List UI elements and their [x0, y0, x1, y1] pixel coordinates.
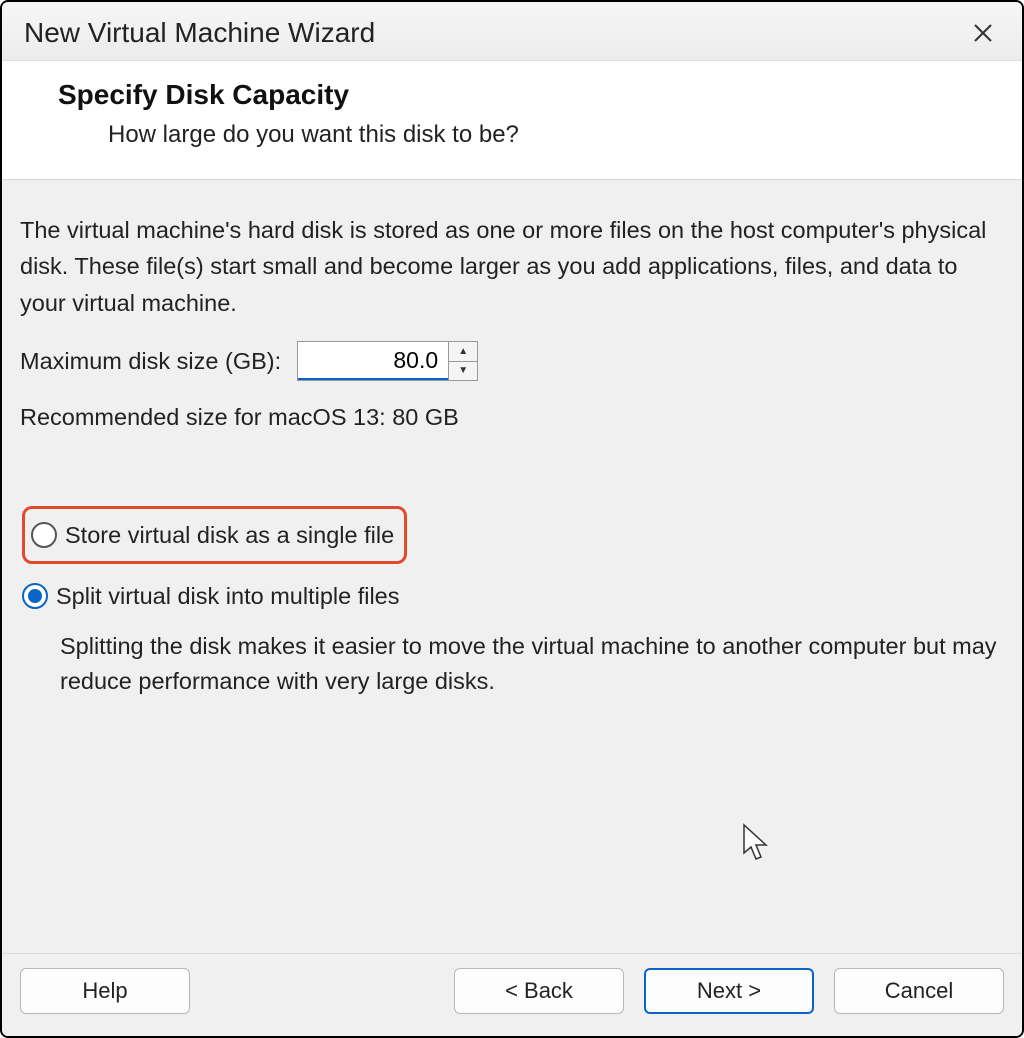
radio-single-file[interactable]: [31, 522, 57, 548]
disk-size-input-wrap: ▲ ▼: [297, 341, 478, 381]
radio-split-files[interactable]: [22, 583, 48, 609]
disk-storage-radio-group: Store virtual disk as a single file Spli…: [20, 506, 1004, 699]
radio-split-files-label: Split virtual disk into multiple files: [56, 578, 400, 614]
help-button[interactable]: Help: [20, 968, 190, 1014]
disk-size-spinner: ▲ ▼: [448, 342, 477, 380]
cancel-button[interactable]: Cancel: [834, 968, 1004, 1014]
disk-size-label: Maximum disk size (GB):: [20, 343, 281, 379]
disk-size-row: Maximum disk size (GB): ▲ ▼: [20, 341, 1004, 381]
next-button[interactable]: Next >: [644, 968, 814, 1014]
wizard-header: Specify Disk Capacity How large do you w…: [2, 61, 1022, 180]
titlebar: New Virtual Machine Wizard: [2, 2, 1022, 61]
spinner-up-icon[interactable]: ▲: [449, 342, 477, 362]
split-description: Splitting the disk makes it easier to mo…: [22, 629, 1004, 700]
radio-split-files-item: Split virtual disk into multiple files: [22, 578, 1004, 614]
radio-single-file-label: Store virtual disk as a single file: [65, 517, 394, 553]
dialog-title: New Virtual Machine Wizard: [24, 17, 375, 49]
spinner-down-icon[interactable]: ▼: [449, 362, 477, 381]
wizard-body: The virtual machine's hard disk is store…: [2, 180, 1022, 953]
disk-description: The virtual machine's hard disk is store…: [20, 212, 1004, 321]
cursor-icon: [740, 823, 772, 873]
back-button[interactable]: < Back: [454, 968, 624, 1014]
radio-single-file-highlight: Store virtual disk as a single file: [22, 506, 407, 564]
page-title: Specify Disk Capacity: [58, 79, 998, 111]
page-subtitle: How large do you want this disk to be?: [58, 121, 998, 149]
disk-size-input[interactable]: [298, 342, 448, 380]
new-vm-wizard-dialog: New Virtual Machine Wizard Specify Disk …: [0, 0, 1024, 1038]
close-icon[interactable]: [966, 16, 1000, 50]
recommended-size: Recommended size for macOS 13: 80 GB: [20, 399, 1004, 435]
wizard-footer: Help < Back Next > Cancel: [2, 953, 1022, 1036]
